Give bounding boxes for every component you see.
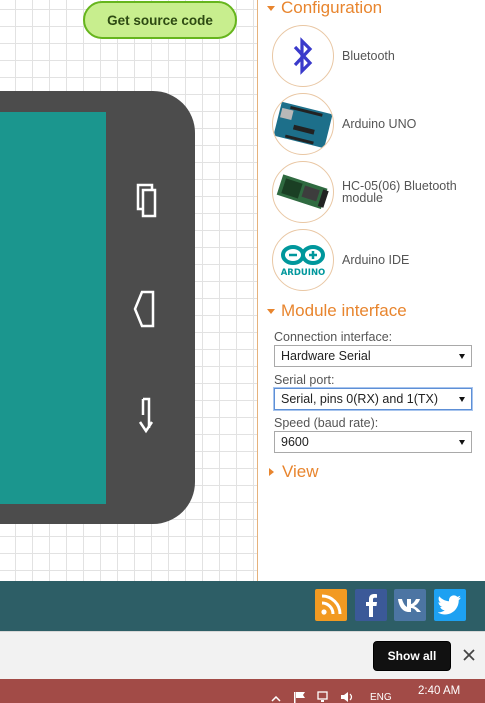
facebook-icon (366, 594, 377, 617)
clock-time[interactable]: 2:40 AM (418, 685, 460, 697)
dropdown-arrow-icon (459, 440, 465, 445)
site-footer (0, 581, 485, 631)
phone-screen (0, 112, 106, 504)
twitter-link[interactable] (434, 589, 466, 621)
network-icon[interactable] (317, 691, 331, 703)
workspace-canvas: Get source code (0, 0, 257, 581)
config-item-bluetooth[interactable]: Bluetooth (272, 25, 482, 87)
dropdown-arrow-icon (459, 354, 465, 359)
vk-link[interactable] (394, 589, 426, 621)
connection-interface-label: Connection interface: (274, 330, 393, 344)
speed-select[interactable]: 9600 (274, 431, 472, 453)
settings-panel: Configuration Bluetooth Arduino UNO HC-0… (258, 0, 485, 581)
speed-value: 9600 (281, 435, 309, 449)
flag-icon[interactable] (293, 691, 307, 703)
volume-icon[interactable] (340, 691, 354, 703)
arduino-ide-logo-icon: ARDUINO (272, 229, 334, 291)
svg-text:ARDUINO: ARDUINO (281, 268, 326, 278)
config-item-arduino-ide[interactable]: ARDUINO Arduino IDE (272, 229, 482, 291)
connection-interface-select[interactable]: Hardware Serial (274, 345, 472, 367)
home-button[interactable] (129, 289, 163, 329)
recent-apps-icon (136, 183, 157, 218)
module-interface-section-header[interactable]: Module interface (267, 301, 407, 321)
show-all-button[interactable]: Show all (373, 641, 451, 671)
facebook-link[interactable] (355, 589, 387, 621)
dropdown-arrow-icon (459, 397, 465, 402)
config-item-hc05-module[interactable]: HC-05(06) Bluetooth module (272, 161, 482, 223)
close-icon[interactable] (461, 647, 477, 663)
chevron-up-icon[interactable] (271, 696, 281, 702)
back-arrow-icon (138, 397, 154, 434)
windows-taskbar: ENG 2:40 AM (0, 679, 485, 703)
download-bar: Show all (0, 631, 485, 679)
vk-icon (398, 599, 421, 612)
rss-icon (321, 594, 342, 615)
config-item-label: Arduino UNO (342, 117, 417, 131)
language-indicator[interactable]: ENG (370, 692, 392, 703)
view-title: View (282, 462, 319, 481)
recent-apps-button[interactable] (129, 180, 163, 220)
config-item-label: Arduino IDE (342, 253, 410, 267)
configuration-title: Configuration (281, 0, 383, 17)
serial-port-value: Serial, pins 0(RX) and 1(TX) (281, 392, 439, 406)
config-item-arduino-uno[interactable]: Arduino UNO (272, 93, 482, 155)
configuration-section-header[interactable]: Configuration (267, 0, 382, 18)
back-button[interactable] (129, 395, 163, 435)
speed-label: Speed (baud rate): (274, 416, 379, 430)
config-item-label: Bluetooth (342, 49, 395, 63)
module-interface-title: Module interface (281, 301, 407, 320)
view-section-header[interactable]: View (267, 462, 319, 482)
connection-interface-value: Hardware Serial (281, 349, 371, 363)
expand-arrow-icon (269, 468, 274, 476)
phone-mockup (0, 91, 195, 524)
collapse-arrow-icon (267, 308, 275, 314)
get-source-code-button[interactable]: Get source code (83, 1, 237, 39)
rss-link[interactable] (315, 589, 347, 621)
collapse-arrow-icon (267, 5, 275, 11)
config-item-label: HC-05(06) Bluetooth module (342, 179, 457, 205)
hc05-module-icon (272, 161, 334, 223)
bluetooth-icon (272, 25, 334, 87)
home-icon (133, 290, 155, 328)
serial-port-select[interactable]: Serial, pins 0(RX) and 1(TX) (274, 388, 472, 410)
serial-port-label: Serial port: (274, 373, 335, 387)
arduino-uno-board-icon (272, 93, 334, 155)
twitter-icon (438, 595, 461, 615)
